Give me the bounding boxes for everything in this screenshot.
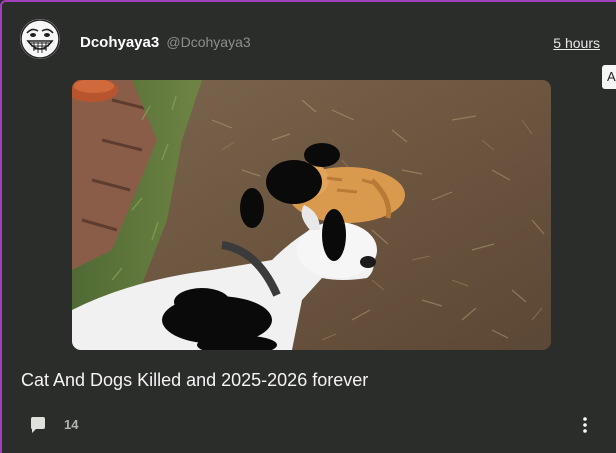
post-title[interactable]: Cat And Dogs Killed and 2025-2026 foreve… xyxy=(21,369,368,391)
post-timestamp-link[interactable]: 5 hours xyxy=(553,35,600,51)
comment-button[interactable] xyxy=(29,416,47,434)
post-image[interactable] xyxy=(72,80,551,350)
comment-icon xyxy=(31,417,45,433)
post-card: Dcohyaya3 @Dcohyaya3 5 hours A Cat And D… xyxy=(0,0,616,453)
comment-count: 14 xyxy=(64,417,79,432)
author-handle[interactable]: @Dcohyaya3 xyxy=(166,34,250,50)
more-options-button[interactable] xyxy=(577,416,593,434)
author-avatar[interactable] xyxy=(20,19,60,59)
author-display-name[interactable]: Dcohyaya3 xyxy=(80,34,159,51)
edge-overlay-tab[interactable]: A xyxy=(602,65,616,89)
more-vertical-icon xyxy=(583,417,587,433)
trollface-avatar-icon xyxy=(20,19,60,59)
photo-dog-and-cat-icon xyxy=(72,80,551,350)
post-author: Dcohyaya3 @Dcohyaya3 xyxy=(80,33,251,52)
